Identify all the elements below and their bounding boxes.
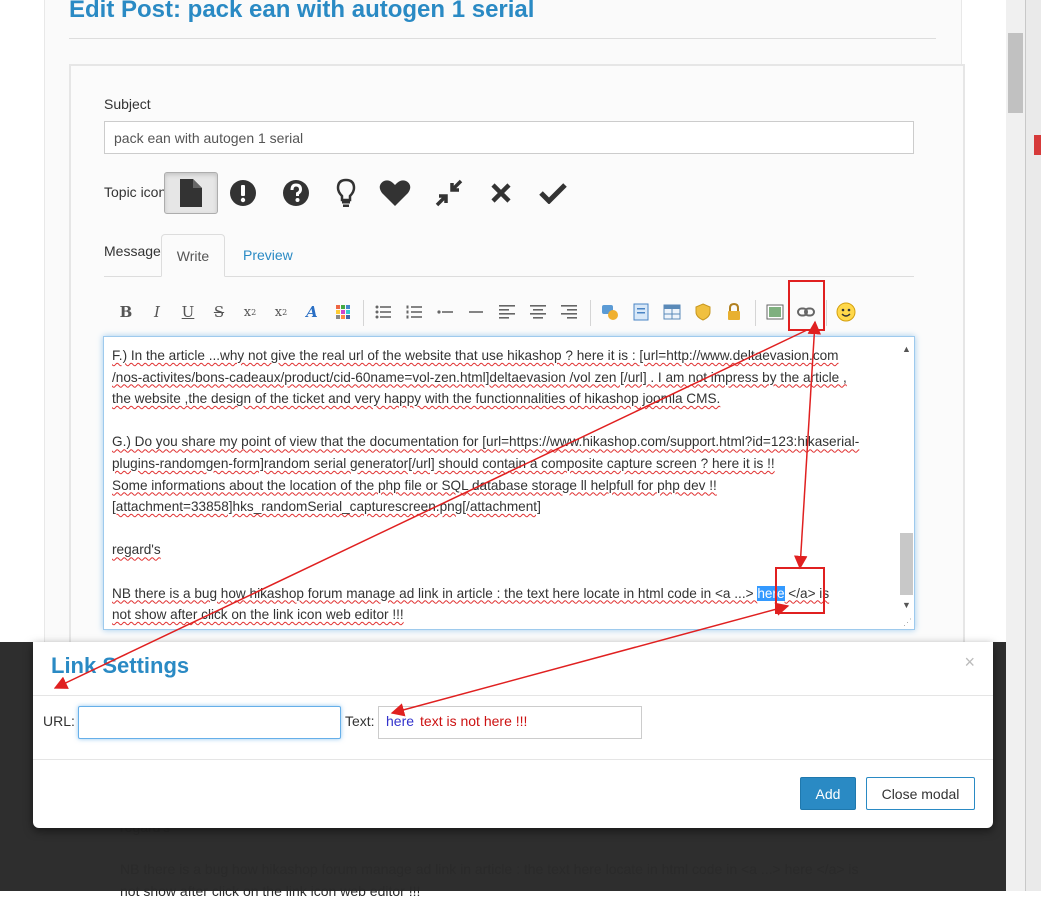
subscript-button[interactable]: x2 xyxy=(236,298,264,326)
superscript-button[interactable]: x2 xyxy=(267,298,295,326)
editor-line: NB there is a bug how hikashop forum man… xyxy=(112,583,892,605)
exclamation-icon[interactable] xyxy=(216,172,270,214)
strikethrough-button[interactable]: S xyxy=(205,298,233,326)
scroll-marker xyxy=(1034,135,1041,155)
bold-button[interactable]: B xyxy=(112,298,140,326)
toolbar-divider xyxy=(590,300,591,326)
lightbulb-icon[interactable] xyxy=(319,172,373,214)
background-text: not show after click on the link icon we… xyxy=(120,883,421,899)
page-scroll-thumb[interactable] xyxy=(1008,33,1023,113)
toolbar-divider xyxy=(755,300,756,326)
editor-blank-line xyxy=(112,410,892,432)
compress-icon[interactable] xyxy=(422,172,476,214)
align-center-button[interactable] xyxy=(524,298,552,326)
link-settings-modal: Link Settings × URL: Text: here text is n… xyxy=(33,642,993,828)
underline-button[interactable]: U xyxy=(174,298,202,326)
tab-write[interactable]: Write xyxy=(161,234,225,277)
align-left-button[interactable] xyxy=(493,298,521,326)
background-text: NB there is a bug how hikashop forum man… xyxy=(120,861,859,877)
scroll-down-icon[interactable]: ▼ xyxy=(900,599,913,611)
image-button[interactable] xyxy=(761,298,789,326)
url-input[interactable] xyxy=(78,706,341,739)
page-scrollbar[interactable] xyxy=(1006,0,1025,891)
resize-grip-icon[interactable]: ⋰ xyxy=(903,617,912,628)
editor-text-segment: NB there is a bug how hikashop forum man… xyxy=(112,585,758,601)
text-label: Text: xyxy=(345,713,375,729)
editor-line: not show after click on the link icon we… xyxy=(112,607,404,623)
modal-footer-divider xyxy=(33,759,993,760)
editor-scroll-thumb[interactable] xyxy=(900,533,913,595)
annotation-note: text is not here !!! xyxy=(420,713,528,729)
tab-preview[interactable]: Preview xyxy=(243,247,293,263)
editor-scrollbar[interactable]: ▲ ▼ xyxy=(900,343,913,621)
page-title: Edit Post: pack ean with autogen 1 seria… xyxy=(69,0,535,23)
emoticons-grid-button[interactable] xyxy=(329,298,357,326)
hidden-content-button[interactable] xyxy=(720,298,748,326)
editor-content: F.) In the article ...why not give the r… xyxy=(112,345,892,626)
table-button[interactable] xyxy=(658,298,686,326)
quote-button[interactable] xyxy=(596,298,624,326)
text-input-value: here xyxy=(386,713,415,729)
tabs-divider xyxy=(104,276,914,277)
subject-input[interactable] xyxy=(104,121,914,154)
message-editor[interactable]: F.) In the article ...why not give the r… xyxy=(103,336,915,630)
right-edge-strip xyxy=(1025,0,1041,891)
subject-label: Subject xyxy=(104,96,151,112)
check-icon[interactable] xyxy=(526,172,580,214)
editor-line: [attachment=33858]hks_randomSerial_captu… xyxy=(112,499,541,515)
modal-title: Link Settings xyxy=(51,653,190,678)
italic-button[interactable]: I xyxy=(143,298,171,326)
editor-line: the website ,the design of the ticket an… xyxy=(112,391,721,407)
close-modal-button[interactable]: Close modal xyxy=(866,777,975,810)
code-button[interactable] xyxy=(627,298,655,326)
scroll-up-icon[interactable]: ▲ xyxy=(900,343,913,355)
selected-text: here xyxy=(757,585,785,601)
editor-line: Some informations about the location of … xyxy=(112,477,717,493)
editor-line: G.) Do you share my point of view that t… xyxy=(112,434,860,450)
add-button[interactable]: Add xyxy=(800,777,856,810)
spoiler-button[interactable] xyxy=(689,298,717,326)
toolbar-divider xyxy=(363,300,364,326)
numbered-list-button[interactable] xyxy=(400,298,428,326)
editor-line: plugins-randomgen-form]random serial gen… xyxy=(112,455,775,471)
editor-line: regard's xyxy=(112,542,161,558)
close-icon[interactable]: × xyxy=(964,652,975,673)
align-right-button[interactable] xyxy=(555,298,583,326)
link-button[interactable] xyxy=(792,298,820,326)
file-icon[interactable] xyxy=(164,172,218,214)
message-label: Message xyxy=(104,243,161,259)
horizontal-rule-button[interactable] xyxy=(462,298,490,326)
times-icon[interactable] xyxy=(474,172,528,214)
editor-blank-line xyxy=(112,518,892,540)
editor-text-segment: </a> is xyxy=(784,585,830,601)
title-divider xyxy=(69,38,936,39)
bullet-list-button[interactable] xyxy=(369,298,397,326)
question-icon[interactable] xyxy=(269,172,323,214)
topic-icon-label: Topic icon xyxy=(104,184,167,200)
editor-line: F.) In the article ...why not give the r… xyxy=(112,348,839,363)
editor-blank-line xyxy=(112,561,892,583)
heart-icon[interactable] xyxy=(368,172,422,214)
modal-header-divider xyxy=(33,695,993,696)
url-label: URL: xyxy=(43,713,75,729)
text-input[interactable]: here text is not here !!! xyxy=(378,706,642,739)
text-color-button[interactable]: A xyxy=(298,298,326,326)
emoji-button[interactable] xyxy=(832,298,860,326)
editor-line: /nos-activites/bons-cadeaux/product/cid-… xyxy=(112,369,847,385)
list-item-button[interactable] xyxy=(431,298,459,326)
toolbar-divider xyxy=(826,300,827,326)
